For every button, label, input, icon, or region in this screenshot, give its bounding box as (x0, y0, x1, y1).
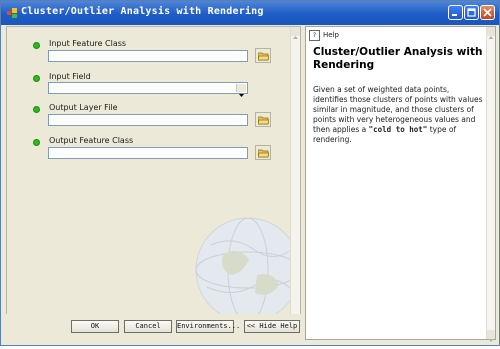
cancel-button[interactable]: Cancel (124, 320, 172, 333)
required-bullet-icon (34, 107, 39, 112)
maximize-icon (467, 8, 476, 17)
chevron-down-icon[interactable] (236, 84, 246, 97)
help-pane: ? Help Cluster/Outlier Analysis with Rend… (305, 26, 496, 342)
parameters-scrollbar[interactable] (290, 27, 300, 335)
toolbox-icon (7, 8, 17, 18)
required-bullet-icon (34, 140, 39, 145)
environments-button[interactable]: Environments... (176, 320, 240, 333)
help-description: Given a set of weighted data points, ide… (313, 85, 485, 145)
help-quote: "cold to hot" (368, 125, 428, 134)
output-feature-class-field[interactable] (48, 147, 248, 159)
browse-output-layer-file-button[interactable] (255, 112, 271, 127)
dialog-window: Cluster/Outlier Analysis with Rendering … (0, 0, 500, 346)
field-label-input-feature-class: Input Feature Class (49, 39, 127, 48)
field-label-output-feature-class: Output Feature Class (49, 136, 134, 145)
title-bar[interactable]: Cluster/Outlier Analysis with Rendering (1, 1, 499, 25)
minimize-button[interactable] (448, 5, 463, 20)
parameters-pane: Input Feature Class Input Field Output L… (6, 26, 301, 336)
required-bullet-icon (34, 43, 39, 48)
field-label-output-layer-file: Output Layer File (49, 103, 118, 112)
input-feature-class-field[interactable] (48, 50, 248, 62)
help-title: Cluster/Outlier Analysis with Rendering (313, 46, 483, 71)
scroll-up-icon[interactable] (487, 27, 495, 39)
button-bar: OK Cancel Environments... << Hide Help (6, 314, 301, 336)
maximize-button[interactable] (464, 5, 479, 20)
scroll-up-icon[interactable] (291, 27, 300, 39)
browse-output-feature-class-button[interactable] (255, 145, 271, 160)
help-icon: ? (309, 29, 320, 41)
close-button[interactable] (480, 5, 495, 20)
folder-open-icon (258, 52, 269, 61)
help-tab-label: Help (323, 31, 339, 39)
globe-watermark-icon (195, 217, 300, 323)
hide-help-button[interactable]: << Hide Help (244, 320, 300, 333)
help-tab[interactable]: ? Help (309, 29, 339, 42)
field-label-input-field: Input Field (49, 72, 91, 81)
required-bullet-icon (34, 76, 39, 81)
minimize-icon (452, 14, 457, 16)
close-icon (483, 8, 492, 17)
folder-open-icon (258, 149, 269, 158)
browse-input-feature-class-button[interactable] (255, 48, 271, 63)
output-layer-file-field[interactable] (48, 114, 248, 126)
input-field-select[interactable] (48, 82, 248, 97)
folder-open-icon (258, 116, 269, 125)
scroll-down-icon[interactable] (487, 330, 495, 342)
ok-button[interactable]: OK (71, 320, 119, 333)
help-scrollbar[interactable] (486, 27, 495, 342)
window-title: Cluster/Outlier Analysis with Rendering (21, 6, 264, 17)
